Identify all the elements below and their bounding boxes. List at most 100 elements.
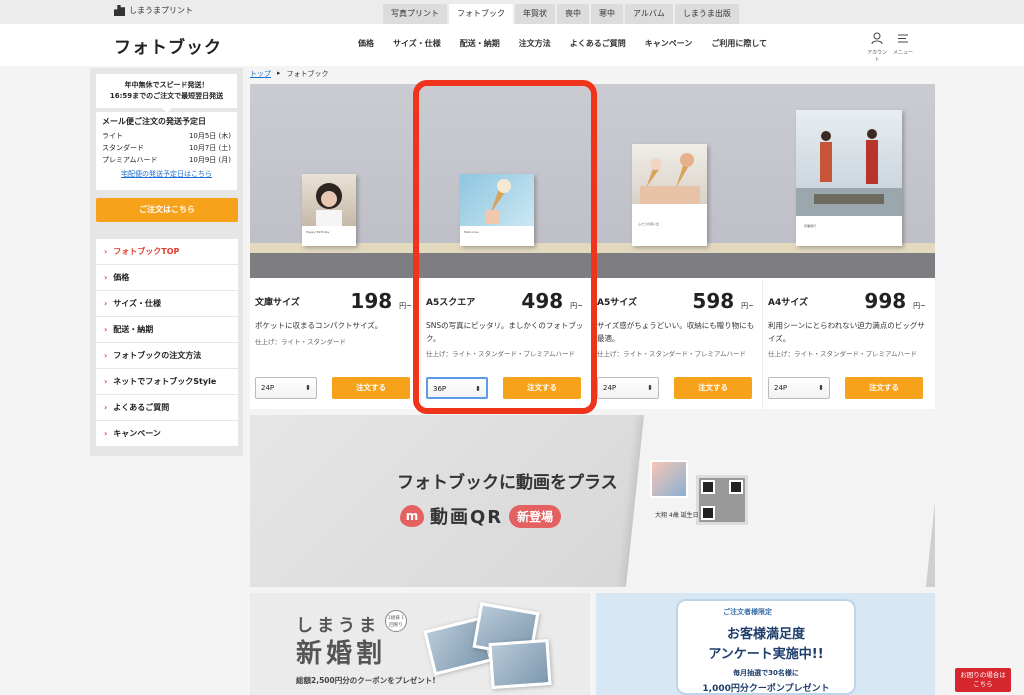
product-cards: 文庫サイズ 198 円~ ポケットに収まるコンパクトサイズ。 仕上げ：ライト・ス… xyxy=(250,278,935,409)
product-spec: 仕上げ：ライト・スタンダード・プレミアムハード xyxy=(597,350,747,358)
nav-delivery[interactable]: 配送・納期 xyxy=(460,38,500,49)
book-bunko: Happy Birthday xyxy=(302,174,356,246)
help-line-2: こちら xyxy=(973,680,993,688)
product-price: 598 円~ xyxy=(692,289,754,313)
product-price: 998 円~ xyxy=(864,289,926,313)
photo-icecream xyxy=(460,174,534,226)
book-a5-square: Memories xyxy=(460,174,534,246)
video-qr-banner[interactable]: フォトブックに動画をプラス m 動画QR 新登場 大翔 4歳 誕生日 xyxy=(250,415,935,587)
sidebar: 年中無休でスピード発送！ 16:59までのご注文で最短翌日発送 メール便ご注文の… xyxy=(90,68,243,456)
breadcrumb-home[interactable]: トップ xyxy=(250,69,271,79)
kid-photo xyxy=(650,460,688,498)
nav-terms[interactable]: ご利用に際して xyxy=(711,38,767,49)
product-lineup-image: Happy Birthday Memories ふたりの思い出 卒業旅行 xyxy=(250,84,935,278)
product-card-a4: A4サイズ 998 円~ 利用シーンにとらわれない迫力満点のビッグサイズ。 仕上… xyxy=(763,278,934,409)
shipping-line-1: 年中無休でスピード発送！ xyxy=(124,81,209,89)
tab-publishing[interactable]: しまうま出版 xyxy=(674,4,739,24)
sidebar-item-label: よくあるご質問 xyxy=(113,403,170,412)
tab-nengajo[interactable]: 年賀状 xyxy=(515,4,555,24)
row-date: 10月5日 (木) xyxy=(188,132,231,140)
price-unit: 円~ xyxy=(399,302,412,310)
mail-row-premium: プレミアムハード 10月9日 (月) xyxy=(102,154,231,166)
page-count-select[interactable]: 24P ⬍ xyxy=(255,377,317,399)
survey-line-1: お客様満足度 xyxy=(726,627,805,642)
price-unit: 円~ xyxy=(570,302,583,310)
order-button[interactable]: 注文する xyxy=(332,377,410,399)
sidebar-item-faq[interactable]: › よくあるご質問 xyxy=(96,395,238,421)
sidebar-menu: › フォトブックTOP › 価格 › サイズ・仕様 › 配送・納期 › フォトブックの注文… xyxy=(96,239,238,447)
book-caption: Memories xyxy=(464,230,479,234)
couple-photo xyxy=(488,638,552,690)
chevron-right-icon: › xyxy=(104,273,108,282)
sidebar-item-size-spec[interactable]: › サイズ・仕様 xyxy=(96,291,238,317)
tab-photo-print[interactable]: 写真プリント xyxy=(383,4,447,24)
book-caption: Happy Birthday xyxy=(306,230,330,234)
nav-size-spec[interactable]: サイズ・仕様 xyxy=(393,38,441,49)
sidebar-item-delivery[interactable]: › 配送・納期 xyxy=(96,317,238,343)
product-name: A5スクエア xyxy=(426,298,476,308)
sidebar-item-style[interactable]: › ネットでフォトブックStyle xyxy=(96,369,238,395)
book-a4: 卒業旅行 xyxy=(796,110,902,246)
sidebar-order-button[interactable]: ご注文はこちら xyxy=(96,198,238,222)
nav-order-method[interactable]: 注文方法 xyxy=(519,38,551,49)
qr-product-name: 動画QR xyxy=(430,507,504,528)
chevron-right-icon: › xyxy=(104,429,108,438)
site-logo[interactable]: しまうまプリント xyxy=(114,5,193,16)
survey-banner[interactable]: ご注文者様限定 お客様満足度 アンケート実施中!! 毎月抽選で30名様に 1,0… xyxy=(596,593,935,695)
sidebar-item-price[interactable]: › 価格 xyxy=(96,265,238,291)
tab-mochu[interactable]: 喪中 xyxy=(557,4,589,24)
product-name: A5サイズ xyxy=(597,298,637,308)
account-button[interactable]: アカウント xyxy=(865,32,889,63)
product-price: 198 円~ xyxy=(350,289,412,313)
help-button[interactable]: お困りの場合は こちら xyxy=(955,668,1011,692)
chevron-right-icon: › xyxy=(104,377,108,386)
order-button[interactable]: 注文する xyxy=(845,377,923,399)
courier-dates-link[interactable]: 宅配便の発送予定日はこちら xyxy=(102,169,231,179)
product-card-a5-square: A5スクエア 498 円~ SNSの写真にピッタリ。ましかくのフォトブック。 仕… xyxy=(421,278,592,409)
wedding-discount-banner[interactable]: しまうま 1組様 1回限り 新婚割 総額2,500円分のクーポンをプレゼント! xyxy=(250,593,590,695)
book-caption: 卒業旅行 xyxy=(804,224,817,228)
tab-photobook[interactable]: フォトブック xyxy=(449,4,513,24)
photo-beach-girls xyxy=(796,110,902,216)
select-value: 24P xyxy=(603,384,617,392)
order-button[interactable]: 注文する xyxy=(503,377,581,399)
wedding-banner-note: 総額2,500円分のクーポンをプレゼント! xyxy=(296,676,436,685)
page-count-select[interactable]: 24P ⬍ xyxy=(768,377,830,399)
updown-icon: ⬍ xyxy=(305,384,311,392)
tab-album[interactable]: アルバム xyxy=(625,4,673,24)
open-book-graphic xyxy=(625,415,935,587)
person-icon xyxy=(865,32,889,49)
sidebar-item-label: ネットでフォトブックStyle xyxy=(113,377,217,386)
order-button[interactable]: 注文する xyxy=(674,377,752,399)
row-date: 10月9日 (月) xyxy=(188,156,231,164)
row-date: 10月7日 (土) xyxy=(188,144,231,152)
nav-faq[interactable]: よくあるご質問 xyxy=(570,38,626,49)
shipping-line-2: 16:59までのご注文で最短翌日発送 xyxy=(109,92,224,100)
photo-girl xyxy=(302,174,356,226)
sidebar-item-label: 価格 xyxy=(113,273,130,282)
qr-banner-title: フォトブックに動画をプラス xyxy=(397,473,618,493)
sidebar-item-photobook-top[interactable]: › フォトブックTOP xyxy=(96,239,238,265)
chevron-right-icon: › xyxy=(104,247,108,256)
page-title[interactable]: フォトブック xyxy=(114,33,222,58)
nav-campaign[interactable]: キャンペーン xyxy=(645,38,693,49)
sidebar-item-campaign[interactable]: › キャンペーン xyxy=(96,421,238,447)
book-a5: ふたりの思い出 xyxy=(632,144,707,246)
page-count-select[interactable]: 36P ⬍ xyxy=(426,377,488,399)
nav-price[interactable]: 価格 xyxy=(358,38,374,49)
main-nav: 価格 サイズ・仕様 配送・納期 注文方法 よくあるご質問 キャンペーン ご利用に… xyxy=(358,38,767,49)
updown-icon: ⬍ xyxy=(475,385,481,393)
product-card-bunko: 文庫サイズ 198 円~ ポケットに収まるコンパクトサイズ。 仕上げ：ライト・ス… xyxy=(250,278,421,409)
chevron-right-icon: › xyxy=(104,299,108,308)
tab-kanchu[interactable]: 寒中 xyxy=(591,4,623,24)
header: フォトブック 価格 サイズ・仕様 配送・納期 注文方法 よくあるご質問 キャンペ… xyxy=(0,24,1024,66)
price-unit: 円~ xyxy=(913,302,926,310)
sidebar-item-label: キャンペーン xyxy=(113,429,161,438)
menu-button[interactable]: メニュー xyxy=(891,32,915,56)
price-value: 998 xyxy=(864,289,907,313)
page-count-select[interactable]: 24P ⬍ xyxy=(597,377,659,399)
product-desc: 利用シーンにとらわれない迫力満点のビッグサイズ。 xyxy=(768,321,925,343)
sidebar-item-order-method[interactable]: › フォトブックの注文方法 xyxy=(96,343,238,369)
product-desc: SNSの写真にピッタリ。ましかくのフォトブック。 xyxy=(426,321,584,343)
survey-line-2: アンケート実施中!! xyxy=(708,647,824,662)
